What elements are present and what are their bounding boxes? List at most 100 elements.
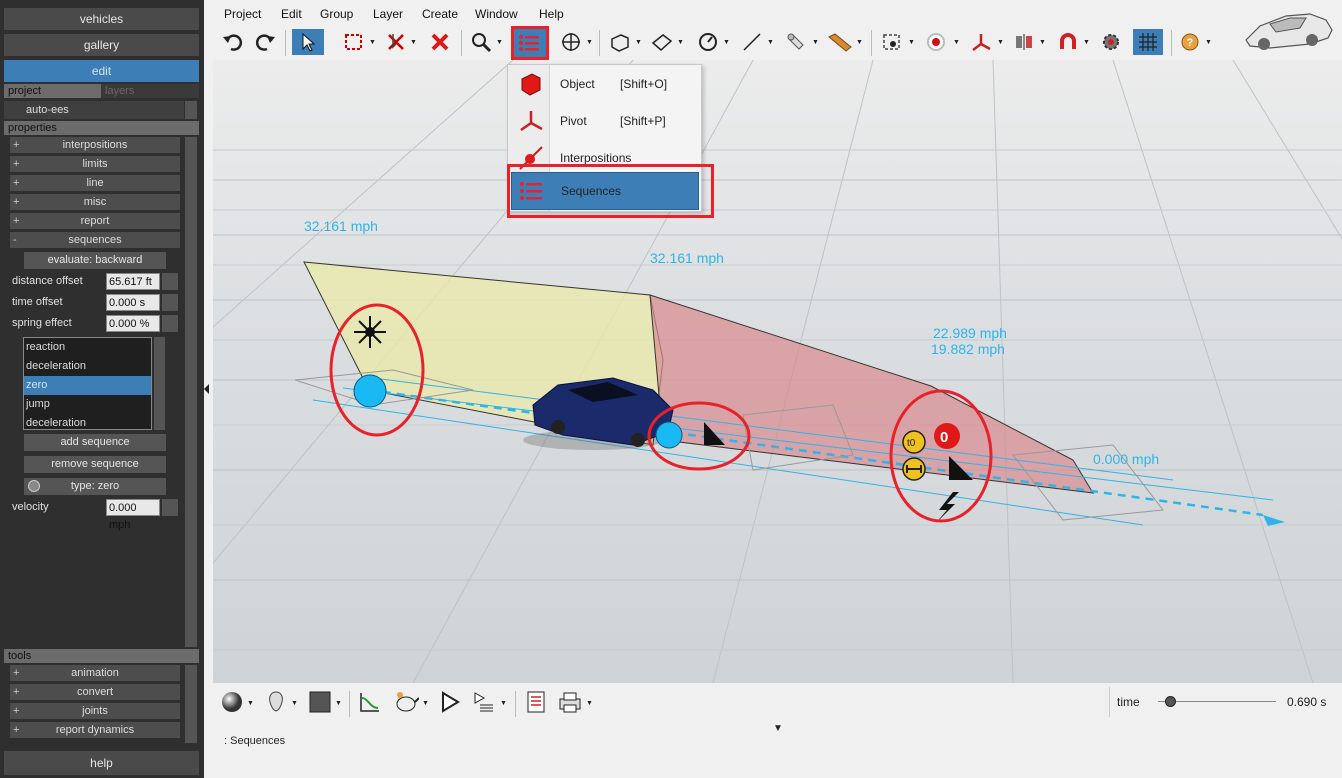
color-button[interactable] <box>307 689 333 715</box>
move-tool-button[interactable] <box>558 29 584 55</box>
material-button[interactable] <box>219 689 245 715</box>
settings-button[interactable] <box>1098 29 1124 55</box>
spring-effect-field[interactable]: 0.000 % <box>106 315 160 332</box>
project-scrollbar[interactable] <box>185 101 197 119</box>
sequence-list[interactable]: reaction deceleration zero jump decelera… <box>23 337 152 430</box>
help-tool-button[interactable]: ? <box>1177 29 1203 55</box>
chevron-down-icon[interactable]: ▼ <box>1205 39 1212 46</box>
menu-help[interactable]: Help <box>539 7 564 21</box>
menu-create[interactable]: Create <box>422 7 458 21</box>
avatar-button[interactable] <box>263 689 289 715</box>
camera-target-button[interactable] <box>879 29 905 55</box>
tools-scrollbar[interactable] <box>185 665 197 743</box>
menu-layer[interactable]: Layer <box>373 7 403 21</box>
chevron-down-icon[interactable]: ▼ <box>767 39 774 46</box>
chevron-down-icon[interactable]: ▼ <box>908 39 915 46</box>
tab-project[interactable]: project <box>4 84 101 98</box>
sequence-list-item[interactable]: jump <box>24 395 151 414</box>
distance-offset-spinner[interactable] <box>162 273 178 290</box>
menu-window[interactable]: Window <box>475 7 518 21</box>
sequence-list-item-selected[interactable]: zero <box>24 376 151 395</box>
grid-toggle-button[interactable] <box>1133 29 1163 55</box>
chevron-down-icon[interactable]: ▼ <box>500 700 507 707</box>
group-line[interactable]: + line <box>10 175 180 191</box>
sequence-list-item[interactable]: deceleration <box>24 414 151 429</box>
vehicles-button[interactable]: vehicles <box>4 8 199 30</box>
play-button[interactable] <box>437 689 463 715</box>
pivot-tool-button[interactable] <box>968 29 994 55</box>
chevron-down-icon[interactable]: ▼ <box>1039 39 1046 46</box>
edit-button[interactable]: edit <box>4 60 199 82</box>
chevron-down-icon[interactable]: ▼ <box>586 39 593 46</box>
cylinder-tool-button[interactable] <box>783 29 809 55</box>
tool-joints[interactable]: + joints <box>10 703 180 719</box>
deselect-button[interactable] <box>383 29 409 55</box>
select-tool-button[interactable] <box>292 29 324 55</box>
animation-button[interactable] <box>393 689 419 715</box>
measure-tool-button[interactable] <box>827 29 853 55</box>
scene-canvas[interactable]: t0 0 32.161 mph 32.161 mph 22.989 mph 19… <box>213 60 1342 683</box>
distance-offset-field[interactable]: 65.617 ft <box>106 273 160 290</box>
time-offset-spinner[interactable] <box>162 294 178 311</box>
chevron-down-icon[interactable]: ▼ <box>635 39 642 46</box>
delete-button[interactable] <box>427 29 453 55</box>
sequence-list-scrollbar[interactable] <box>154 337 165 430</box>
tab-layers[interactable]: layers <box>101 84 199 98</box>
chevron-down-icon[interactable]: ▼ <box>856 39 863 46</box>
group-limits[interactable]: + limits <box>10 156 180 172</box>
chevron-down-icon[interactable]: ▼ <box>335 700 342 707</box>
chevron-down-icon[interactable]: ▼ <box>677 39 684 46</box>
chevron-down-icon[interactable]: ▼ <box>723 39 730 46</box>
type-button[interactable]: type: zero <box>24 478 166 495</box>
deceleration-zone[interactable] <box>649 294 1094 494</box>
help-button[interactable]: help <box>4 751 199 775</box>
redo-button[interactable] <box>253 29 279 55</box>
chevron-down-icon[interactable]: ▼ <box>369 39 376 46</box>
spring-effect-spinner[interactable] <box>162 315 178 332</box>
group-sequences[interactable]: - sequences <box>10 232 180 248</box>
tool-report-dynamics[interactable]: + report dynamics <box>10 722 180 738</box>
rect-select-button[interactable] <box>341 29 367 55</box>
chevron-down-icon[interactable]: ▼ <box>953 39 960 46</box>
expand-panel-icon[interactable]: ▼ <box>773 723 783 734</box>
evaluate-button[interactable]: evaluate: backward <box>24 252 166 269</box>
chevron-down-icon[interactable]: ▼ <box>247 700 254 707</box>
chevron-down-icon[interactable]: ▼ <box>1083 39 1090 46</box>
tool-convert[interactable]: + convert <box>10 684 180 700</box>
properties-scrollbar[interactable] <box>185 137 197 647</box>
box-tool-button[interactable] <box>607 29 633 55</box>
sequences-menu-button[interactable] <box>511 26 549 60</box>
group-interpositions[interactable]: + interpositions <box>10 137 180 153</box>
start-point[interactable] <box>353 374 387 408</box>
time-slider-thumb[interactable] <box>1164 696 1176 707</box>
chevron-down-icon[interactable]: ▼ <box>997 39 1004 46</box>
collapse-panel-icon[interactable] <box>204 384 209 394</box>
sequence-list-item[interactable]: deceleration <box>24 357 151 376</box>
menu-project[interactable]: Project <box>224 7 261 21</box>
menu-item-pivot[interactable]: Pivot [Shift+P] <box>508 102 703 139</box>
velocity-field[interactable]: 0.000 mph <box>106 499 160 531</box>
print-button[interactable] <box>557 689 583 715</box>
chevron-down-icon[interactable]: ▼ <box>410 39 417 46</box>
plane-tool-button[interactable] <box>649 29 675 55</box>
remove-sequence-button[interactable]: remove sequence <box>24 456 166 473</box>
magnet-button[interactable] <box>1055 29 1081 55</box>
graph-button[interactable] <box>357 689 383 715</box>
time-offset-field[interactable]: 0.000 s <box>106 294 160 311</box>
mirror-tool-button[interactable] <box>1011 29 1037 55</box>
menu-group[interactable]: Group <box>320 7 353 21</box>
report-button[interactable] <box>523 689 549 715</box>
add-sequence-button[interactable]: add sequence <box>24 434 166 451</box>
play-list-button[interactable] <box>471 689 497 715</box>
menu-edit[interactable]: Edit <box>281 7 302 21</box>
chevron-down-icon[interactable]: ▼ <box>586 700 593 707</box>
group-report[interactable]: + report <box>10 213 180 229</box>
3d-viewport[interactable]: t0 0 32.161 mph 32.161 mph 22.989 mph 19… <box>213 60 1342 683</box>
sequence-list-item[interactable]: reaction <box>24 338 151 357</box>
project-item[interactable]: auto-ees <box>4 101 184 119</box>
chevron-down-icon[interactable]: ▼ <box>496 39 503 46</box>
tool-animation[interactable]: + animation <box>10 665 180 681</box>
record-button[interactable] <box>923 29 949 55</box>
line-tool-button[interactable] <box>739 29 765 55</box>
zoom-button[interactable] <box>468 29 494 55</box>
